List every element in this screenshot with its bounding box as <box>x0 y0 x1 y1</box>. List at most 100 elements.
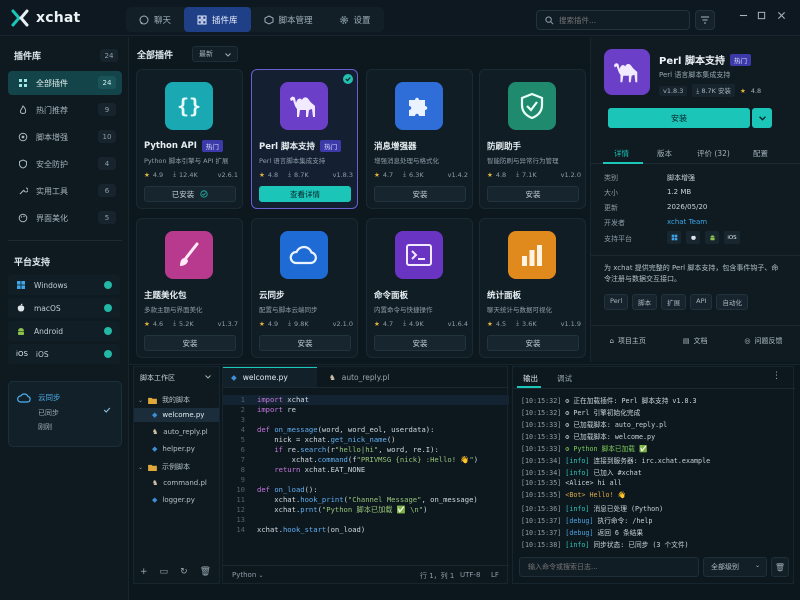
tab-plugin-library[interactable]: 插件库 <box>184 7 251 32</box>
tab-settings[interactable]: 设置 <box>326 7 384 32</box>
code-text: nick = xchat.get_nick_name() <box>257 435 396 444</box>
line-number: 8 <box>240 465 245 474</box>
plugin-card-python-api[interactable]: {} Python API 热门 Python 脚本引擎与 API 扩展 ★ 4.… <box>136 69 243 209</box>
book-icon: ▤ <box>682 337 690 345</box>
search-box[interactable] <box>536 10 690 30</box>
cloud-sync-status[interactable]: 云同步 已同步 刚刚 <box>8 381 122 447</box>
palette-icon <box>18 213 28 223</box>
file-helper-py[interactable]: ◆ helper.py <box>152 445 195 453</box>
sort-select[interactable]: 最新 <box>192 46 238 62</box>
clear-log-button[interactable]: 🗑 <box>771 557 789 577</box>
platform-label: Windows <box>34 280 68 290</box>
sidebar-item-script[interactable]: 脚本增强 10 <box>8 125 122 149</box>
sidebar-item-security[interactable]: 安全防护 4 <box>8 152 122 176</box>
tag[interactable]: API <box>690 294 713 310</box>
sidebar-item-hot[interactable]: 热门推荐 9 <box>8 98 122 122</box>
editor-tab-welcome[interactable]: ◆ welcome.py <box>223 367 317 387</box>
more-options-icon[interactable]: ⋮ <box>772 371 781 381</box>
editor-tab-auto-reply[interactable]: ♞ auto_reply.pl <box>321 367 397 387</box>
file-command-pl[interactable]: ♞ command.pl <box>152 479 207 487</box>
developer-link[interactable]: xchat Team <box>667 218 707 226</box>
filter-button[interactable] <box>695 10 715 30</box>
tab-settings-label: 设置 <box>353 15 371 26</box>
tab-chat[interactable]: 聊天 <box>126 7 184 32</box>
puzzle-icon <box>395 82 443 130</box>
new-folder-icon[interactable]: ▭ <box>160 567 169 577</box>
plugin-card-cloud-sync[interactable]: 云同步 配置与脚本云端同步 ★ 4.9 ⤓ 9.8K v2.1.0 安装 <box>251 218 358 358</box>
file-welcome-py[interactable]: ◆ welcome.py <box>134 408 219 422</box>
console-input[interactable] <box>528 563 688 571</box>
folder-my-scripts[interactable]: ⌄ 我的脚本 <box>138 395 190 405</box>
file-auto-reply-pl[interactable]: ♞ auto_reply.pl <box>152 428 208 436</box>
platform-title: 平台支持 <box>14 258 51 268</box>
detail-row-value: 脚本增强 <box>667 174 695 182</box>
tab-reviews[interactable]: 评价 (32) <box>697 148 730 159</box>
sidebar-item-all[interactable]: 全部插件 24 <box>8 71 122 95</box>
tab-debug[interactable]: 调试 <box>557 373 572 384</box>
close-button[interactable] <box>772 8 790 22</box>
install-button[interactable]: 安装 <box>608 108 750 128</box>
plugin-card-perl[interactable]: Perl 脚本支持 热门 Perl 语言脚本集成支持 ★ 4.8 ⤓ 8.7K v1… <box>251 69 358 209</box>
install-button[interactable]: 安装 <box>374 335 466 351</box>
refresh-icon[interactable]: ↻ <box>180 567 188 577</box>
tab-details[interactable]: 详情 <box>614 148 629 159</box>
sync-status: 已同步 <box>38 409 59 417</box>
tag[interactable]: 扩展 <box>661 294 687 310</box>
folder-sample-scripts[interactable]: ⌄ 示例脚本 <box>138 462 190 472</box>
tab-script-manager[interactable]: 脚本管理 <box>251 7 326 32</box>
plugin-card-message-enhancer[interactable]: 消息增强器 增强消息处理与格式化 ★ 4.7 ⤓ 6.3K v1.4.2 安装 <box>366 69 473 209</box>
plugin-card-antispam[interactable]: 防刷助手 智能防刷与异常行为管理 ★ 4.8 ⤓ 7.1K v1.2.0 安装 <box>479 69 586 209</box>
perl-file-icon: ♞ <box>329 372 336 382</box>
search-input[interactable] <box>559 15 679 25</box>
install-button[interactable]: 安装 <box>374 186 466 202</box>
docs-link[interactable]: ▤ 文档 <box>683 336 708 346</box>
line-number: 14 <box>236 525 245 534</box>
install-button[interactable]: 安装 <box>487 335 579 351</box>
download-icon: ⤓ <box>173 170 177 178</box>
tag[interactable]: 脚本 <box>632 294 658 310</box>
console-input-box[interactable] <box>519 557 699 577</box>
line-ending[interactable]: LF <box>491 571 499 579</box>
encoding[interactable]: UTF-8 <box>460 571 480 579</box>
maximize-button[interactable] <box>752 8 770 22</box>
issues-link[interactable]: ◎ 问题反馈 <box>744 336 782 346</box>
sync-time: 刚刚 <box>38 423 52 431</box>
tab-config[interactable]: 配置 <box>753 148 768 159</box>
plugin-card-command-palette[interactable]: 命令面板 内置命令与快捷操作 ★ 4.7 ⤓ 4.9K v1.6.4 安装 <box>366 218 473 358</box>
delete-icon[interactable]: 🗑 <box>200 567 211 577</box>
install-button[interactable]: 安装 <box>487 186 579 202</box>
code-line: 10 def on_load(): <box>223 485 509 495</box>
language-select[interactable]: Python ⌄ <box>232 571 264 579</box>
editor-tab-divider <box>223 387 509 388</box>
code-line: 2 import re <box>223 405 509 415</box>
platform-label: iOS <box>35 349 49 359</box>
add-file-icon[interactable]: + <box>140 567 148 577</box>
sidebar-item-theme[interactable]: 界面美化 5 <box>8 206 122 230</box>
chevron-down-icon[interactable] <box>205 375 211 379</box>
install-button[interactable]: 安装 <box>259 335 351 351</box>
view-details-button[interactable]: 查看详情 <box>259 186 351 202</box>
plugin-card-theme-pack[interactable]: 主题美化包 多款主题与界面美化 ★ 4.6 ⤓ 5.2K v1.3.7 安装 <box>136 218 243 358</box>
detail-camel-icon <box>604 49 650 95</box>
project-home-link[interactable]: ⌂ 项目主页 <box>609 336 645 346</box>
card-meta: ★ 4.8 ⤓ 7.1K v1.2.0 <box>487 170 581 179</box>
code-line: 14 xchat.hook_start(on_load) <box>223 525 509 535</box>
tag[interactable]: Perl <box>604 294 629 310</box>
plugin-card-stats-panel[interactable]: 统计面板 聊天统计与数据可视化 ★ 4.5 ⤓ 3.6K v1.1.9 安装 <box>479 218 586 358</box>
minimize-button[interactable] <box>734 8 752 22</box>
installed-button[interactable]: 已安装 <box>144 186 236 202</box>
code-area[interactable]: 1 import xchat 2 import re 3 4 def on_messa… <box>223 391 509 549</box>
tab-output[interactable]: 输出 <box>523 373 538 384</box>
install-button[interactable]: 安装 <box>144 335 236 351</box>
card-name: 防刷助手 <box>487 142 522 152</box>
tab-versions[interactable]: 版本 <box>657 148 672 159</box>
code-text: import re <box>257 405 296 414</box>
tag[interactable]: 自动化 <box>716 294 748 310</box>
card-rating: 4.9 <box>267 319 279 328</box>
code-text: import xchat <box>257 395 309 404</box>
install-options-button[interactable] <box>752 108 772 128</box>
sidebar-item-tools[interactable]: 实用工具 6 <box>8 179 122 203</box>
log-level-select[interactable]: 全部级别 ⌄ <box>703 557 767 577</box>
file-logger-py[interactable]: ◆ logger.py <box>152 496 195 504</box>
download-icon: ⤓ <box>288 170 292 178</box>
